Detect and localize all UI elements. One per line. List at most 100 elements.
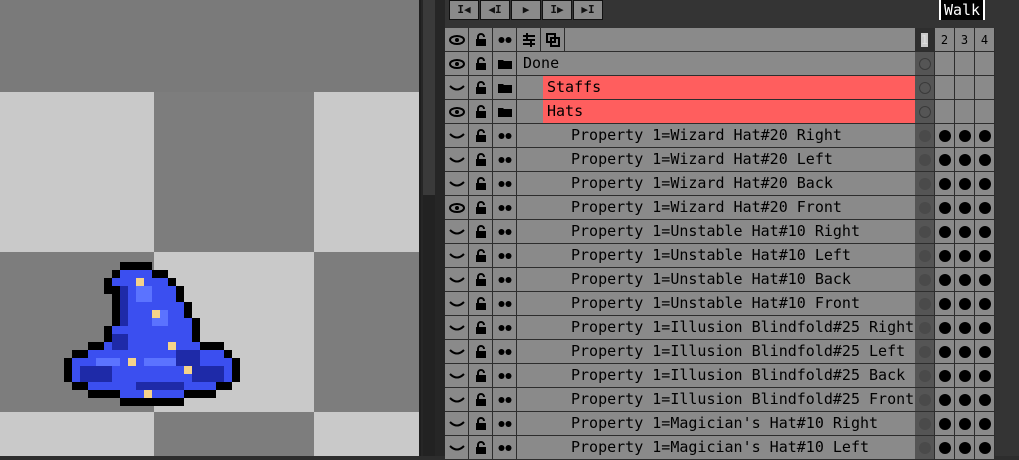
eye-closed-icon[interactable]: [445, 292, 469, 315]
cel-frame-2[interactable]: [935, 52, 955, 76]
link-dots-icon[interactable]: [493, 388, 517, 411]
cel-frame-2[interactable]: [935, 196, 955, 220]
cel-frame-3[interactable]: [955, 52, 975, 76]
duplicate-icon[interactable]: [541, 28, 565, 51]
cel-frame-1[interactable]: [915, 124, 935, 148]
cel-frame-1[interactable]: [915, 412, 935, 436]
cel-frame-2[interactable]: [935, 292, 955, 316]
eye-closed-icon[interactable]: [445, 412, 469, 435]
layer-row[interactable]: Property 1=Wizard Hat#20 Left: [445, 148, 1019, 172]
link-dots-icon[interactable]: [493, 148, 517, 171]
link-dots-icon[interactable]: [493, 292, 517, 315]
cel-frame-2[interactable]: [935, 268, 955, 292]
cel-frame-4[interactable]: [975, 364, 995, 388]
cel-frame-4[interactable]: [975, 388, 995, 412]
link-dots-icon[interactable]: [493, 268, 517, 291]
lock-icon[interactable]: [469, 124, 493, 147]
cel-frame-1[interactable]: [915, 196, 935, 220]
layer-name[interactable]: Hats: [547, 100, 583, 123]
cel-frame-1[interactable]: [915, 268, 935, 292]
link-dots-icon[interactable]: [493, 244, 517, 267]
frame-header-3[interactable]: 3: [955, 28, 975, 52]
cel-frame-2[interactable]: [935, 124, 955, 148]
layer-name[interactable]: Property 1=Unstable Hat#10 Front: [571, 292, 860, 315]
cel-frame-2[interactable]: [935, 364, 955, 388]
lock-icon[interactable]: [469, 292, 493, 315]
cel-frame-3[interactable]: [955, 76, 975, 100]
layer-name[interactable]: Property 1=Illusion Blindfold#25 Right: [571, 316, 914, 339]
lock-icon[interactable]: [469, 268, 493, 291]
cel-frame-4[interactable]: [975, 76, 995, 100]
cel-frame-3[interactable]: [955, 244, 975, 268]
cel-frame-4[interactable]: [975, 196, 995, 220]
link-dots-icon[interactable]: [493, 28, 517, 51]
last-frame-button[interactable]: ▶I: [573, 0, 603, 20]
lock-icon[interactable]: [469, 172, 493, 195]
eye-closed-icon[interactable]: [445, 316, 469, 339]
cel-frame-4[interactable]: [975, 340, 995, 364]
canvas-scrollbar-thumb[interactable]: [423, 195, 435, 456]
layer-row[interactable]: Property 1=Wizard Hat#20 Front: [445, 196, 1019, 220]
folder-icon[interactable]: [493, 100, 517, 123]
sprite-canvas[interactable]: [0, 0, 421, 456]
cel-frame-2[interactable]: [935, 388, 955, 412]
cel-frame-4[interactable]: [975, 124, 995, 148]
layer-blend-icon[interactable]: [517, 28, 541, 51]
layer-row[interactable]: Property 1=Unstable Hat#10 Front: [445, 292, 1019, 316]
lock-icon[interactable]: [469, 52, 493, 75]
eye-icon[interactable]: [445, 52, 469, 75]
layer-row[interactable]: Property 1=Illusion Blindfold#25 Left: [445, 340, 1019, 364]
layer-row[interactable]: Property 1=Unstable Hat#10 Left: [445, 244, 1019, 268]
link-dots-icon[interactable]: [493, 340, 517, 363]
lock-icon[interactable]: [469, 196, 493, 219]
animation-tag-walk[interactable]: Walk: [939, 0, 985, 20]
folder-icon[interactable]: [493, 76, 517, 99]
layer-name[interactable]: Property 1=Illusion Blindfold#25 Left: [571, 340, 905, 363]
eye-closed-icon[interactable]: [445, 268, 469, 291]
cel-frame-1[interactable]: [915, 244, 935, 268]
lock-icon[interactable]: [469, 28, 493, 51]
cel-frame-1[interactable]: [915, 340, 935, 364]
layer-row[interactable]: Property 1=Illusion Blindfold#25 Right: [445, 316, 1019, 340]
link-dots-icon[interactable]: [493, 412, 517, 435]
cel-frame-3[interactable]: [955, 364, 975, 388]
cel-frame-1[interactable]: [915, 76, 935, 100]
cel-frame-2[interactable]: [935, 148, 955, 172]
cel-frame-4[interactable]: [975, 244, 995, 268]
eye-closed-icon[interactable]: [445, 364, 469, 387]
cel-frame-4[interactable]: [975, 412, 995, 436]
cel-frame-3[interactable]: [955, 220, 975, 244]
eye-icon[interactable]: [445, 100, 469, 123]
cel-frame-4[interactable]: [975, 316, 995, 340]
layer-name[interactable]: Staffs: [547, 76, 601, 99]
layer-name[interactable]: Property 1=Illusion Blindfold#25 Front: [571, 388, 914, 411]
cel-frame-3[interactable]: [955, 100, 975, 124]
eye-closed-icon[interactable]: [445, 124, 469, 147]
cel-frame-3[interactable]: [955, 316, 975, 340]
layer-group-row[interactable]: Hats: [445, 100, 1019, 124]
layer-name[interactable]: Property 1=Wizard Hat#20 Front: [571, 196, 842, 219]
cel-frame-2[interactable]: [935, 412, 955, 436]
link-dots-icon[interactable]: [493, 364, 517, 387]
cel-frame-1[interactable]: [915, 100, 935, 124]
layer-name[interactable]: Property 1=Wizard Hat#20 Right: [571, 124, 842, 147]
cel-frame-2[interactable]: [935, 76, 955, 100]
layer-row[interactable]: Property 1=Illusion Blindfold#25 Back: [445, 364, 1019, 388]
lock-icon[interactable]: [469, 388, 493, 411]
frame-header-2[interactable]: 2: [935, 28, 955, 52]
lock-icon[interactable]: [469, 364, 493, 387]
link-dots-icon[interactable]: [493, 172, 517, 195]
layer-row[interactable]: Property 1=Magician's Hat#10 Left: [445, 436, 1019, 460]
layer-row[interactable]: Property 1=Unstable Hat#10 Right: [445, 220, 1019, 244]
cel-frame-4[interactable]: [975, 220, 995, 244]
cel-frame-1[interactable]: [915, 220, 935, 244]
link-dots-icon[interactable]: [493, 196, 517, 219]
cel-frame-1[interactable]: [915, 52, 935, 76]
cel-frame-1[interactable]: [915, 436, 935, 460]
layer-name[interactable]: Property 1=Wizard Hat#20 Left: [571, 148, 833, 171]
lock-icon[interactable]: [469, 76, 493, 99]
cel-frame-2[interactable]: [935, 100, 955, 124]
eye-icon[interactable]: [445, 28, 469, 51]
lock-icon[interactable]: [469, 220, 493, 243]
eye-closed-icon[interactable]: [445, 76, 469, 99]
